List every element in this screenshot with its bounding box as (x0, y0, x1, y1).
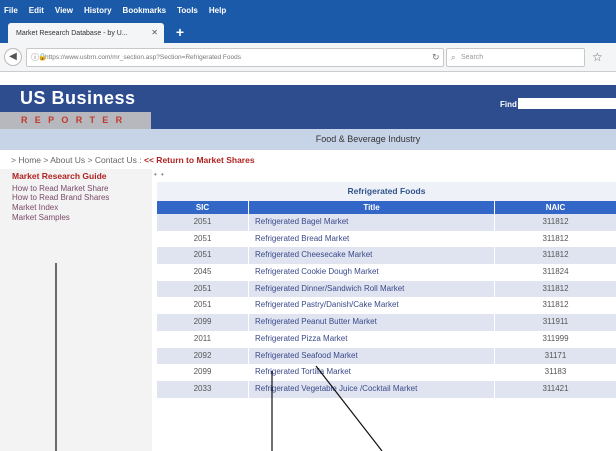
url-bar[interactable]: ⓘ 🔒 https://www.usbrn.com/mr_section.asp… (26, 48, 444, 67)
leftnav-link-read-brand-shares[interactable]: How to Read Brand Shares (12, 193, 109, 202)
cell-title-link[interactable]: Refrigerated Dinner/Sandwich Roll Market (248, 280, 494, 298)
cell-naic: 31183 (494, 364, 616, 381)
navigation-bar: ◀ ⓘ 🔒 https://www.usbrn.com/mr_section.a… (0, 43, 616, 72)
search-icon: ⌕ (451, 53, 456, 62)
cell-title-link[interactable]: Refrigerated Peanut Butter Market (248, 314, 494, 331)
cell-sic: 2099 (193, 317, 212, 327)
cell-sic: 2092 (193, 350, 212, 360)
menu-bookmarks[interactable]: Bookmarks (123, 6, 167, 15)
url-text: https://www.usbrn.com/mr_section.asp?Sec… (45, 54, 241, 61)
cell-naic: 311812 (494, 247, 616, 265)
lock-icon: 🔒 (38, 54, 47, 61)
breadcrumb-links[interactable]: > Home > About Us > Contact Us : (11, 155, 142, 165)
cell-naic: 311812 (494, 214, 616, 231)
table-row[interactable]: 2051 Refrigerated Dinner/Sandwich Roll Ma… (157, 280, 616, 298)
cell-title-link[interactable]: Refrigerated Pastry/Danish/Cake Market (248, 297, 494, 315)
cell-naic: 311824 (494, 264, 616, 281)
close-icon[interactable]: ✕ (151, 28, 158, 37)
cell-sic: 2051 (193, 300, 212, 310)
menu-help[interactable]: Help (209, 6, 226, 15)
table-row[interactable]: 2051 Refrigerated Pastry/Danish/Cake Mark… (157, 297, 616, 315)
market-table: Refrigerated Foods SIC Title NAIC 2051 Re… (157, 182, 616, 398)
table-row[interactable]: 2051 Refrigerated Bagel Market 311812 (157, 214, 616, 231)
cell-naic: 311911 (494, 314, 616, 331)
cell-naic: 311812 (494, 297, 616, 315)
column-header-naic: NAIC (494, 201, 616, 214)
table-body: 2051 Refrigerated Bagel Market 311812 2051 R… (157, 214, 616, 398)
find-input[interactable] (518, 98, 616, 109)
menu-file[interactable]: File (4, 6, 18, 15)
column-header-title: Title (248, 201, 494, 214)
cell-sic: 2051 (193, 217, 212, 226)
cell-naic: 31171 (494, 347, 616, 365)
return-to-market-shares-link[interactable]: << Return to Market Shares (144, 155, 255, 165)
table-title: Refrigerated Foods (157, 182, 616, 201)
left-navigation: Market Research Guide How to Read Market… (0, 169, 152, 451)
table-row[interactable]: 2092 Refrigerated Seafood Market 31171 (157, 347, 616, 365)
cell-naic: 311421 (494, 380, 616, 398)
cell-sic: 2051 (193, 233, 212, 243)
search-input[interactable]: ⌕ Search (446, 48, 585, 67)
tab-strip: Market Research Database - by U... ✕ + (0, 20, 616, 43)
cell-sic: 2099 (193, 367, 212, 377)
table-row[interactable]: 2051 Refrigerated Bread Market 311812 (157, 230, 616, 248)
back-arrow-icon[interactable]: ◀ (4, 48, 22, 66)
table-row[interactable]: 2011 Refrigerated Pizza Market 311999 (157, 330, 616, 348)
decorative-dots: • • (154, 170, 165, 179)
cell-sic: 2011 (193, 333, 212, 343)
cell-title-link[interactable]: Refrigerated Pizza Market (248, 330, 494, 348)
table-header-row: SIC Title NAIC (157, 201, 616, 214)
find-label: Find (500, 100, 517, 109)
menu-view[interactable]: View (55, 6, 73, 15)
leftnav-link-read-market-share[interactable]: How to Read Market Share (12, 184, 109, 193)
table-row[interactable]: 2045 Refrigerated Cookie Dough Market 3118… (157, 264, 616, 281)
menu-history[interactable]: History (84, 6, 112, 15)
table-row[interactable]: 2033 Refrigerated Vegetable Juice /Cockta… (157, 380, 616, 398)
cell-sic: 2033 (193, 383, 212, 393)
market-research-guide-heading[interactable]: Market Research Guide (12, 171, 106, 181)
new-tab-plus-icon[interactable]: + (172, 24, 188, 40)
cell-naic: 311812 (494, 230, 616, 248)
tab-market-research[interactable]: Market Research Database - by U... ✕ (8, 23, 164, 43)
cell-title-link[interactable]: Refrigerated Seafood Market (248, 347, 494, 365)
cell-sic: 2051 (193, 250, 212, 260)
reload-icon[interactable]: ↻ (432, 52, 440, 63)
table-row[interactable]: 2099 Refrigerated Tortilla Market 31183 (157, 364, 616, 381)
cell-title-link[interactable]: Refrigerated Vegetable Juice /Cocktail M… (248, 380, 494, 398)
leftnav-link-market-index[interactable]: Market Index (12, 203, 58, 212)
cell-title-link[interactable]: Refrigerated Cheesecake Market (248, 247, 494, 265)
cell-naic: 311812 (494, 280, 616, 298)
industry-title: Food & Beverage Industry (0, 129, 616, 150)
tab-title: Market Research Database - by U... (16, 29, 128, 37)
cell-sic: 2045 (193, 267, 212, 277)
menu-tools[interactable]: Tools (177, 6, 198, 15)
cell-naic: 311999 (494, 330, 616, 348)
cell-title-link[interactable]: Refrigerated Bagel Market (248, 214, 494, 231)
breadcrumb: > Home > About Us > Contact Us : << Retu… (11, 155, 255, 165)
cell-sic: 2051 (193, 283, 212, 293)
site-logo[interactable]: US Business (0, 85, 151, 112)
menu-bar: File Edit View History Bookmarks Tools H… (0, 0, 616, 20)
leftnav-link-market-samples[interactable]: Market Samples (12, 213, 70, 222)
cell-title-link[interactable]: Refrigerated Tortilla Market (248, 364, 494, 381)
bookmark-star-icon[interactable]: ☆ (592, 50, 603, 64)
site-logo-tagline[interactable]: REPORTER (0, 112, 151, 129)
menu-edit[interactable]: Edit (29, 6, 44, 15)
table-row[interactable]: 2099 Refrigerated Peanut Butter Market 311… (157, 314, 616, 331)
table-row[interactable]: 2051 Refrigerated Cheesecake Market 311812 (157, 247, 616, 265)
cell-title-link[interactable]: Refrigerated Cookie Dough Market (248, 264, 494, 281)
cell-title-link[interactable]: Refrigerated Bread Market (248, 230, 494, 248)
search-placeholder: Search (461, 54, 484, 61)
column-header-sic: SIC (195, 203, 210, 212)
